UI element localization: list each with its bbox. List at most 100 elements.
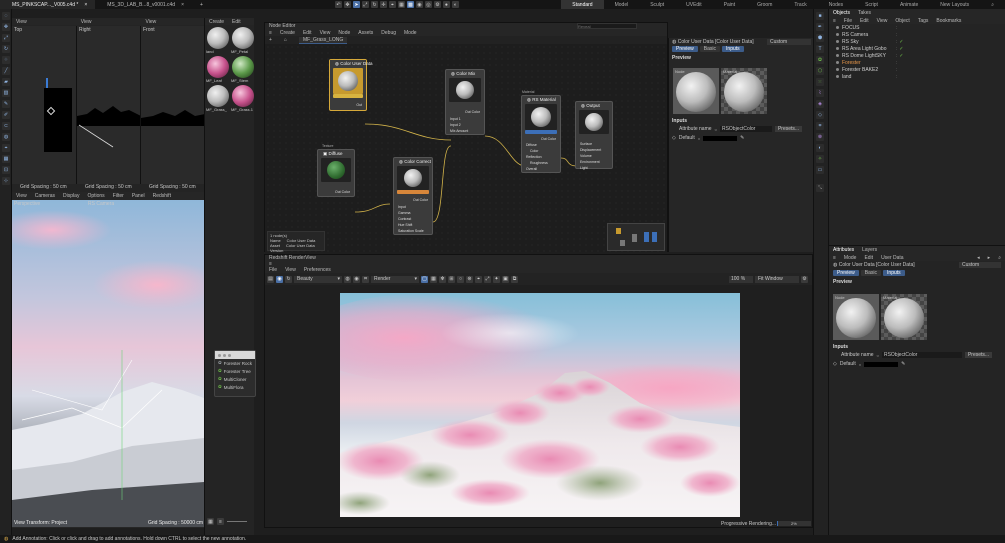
pen-icon[interactable]: ✒ (816, 23, 824, 31)
workplane-tool-icon[interactable]: ▦ (2, 155, 10, 163)
persp-cameras-menu[interactable]: Cameras (35, 193, 55, 199)
visibility-dots-icon[interactable]: ⁚ (896, 46, 897, 51)
node-mode-menu[interactable]: Mode (404, 30, 417, 36)
search-icon[interactable]: ⌕ (980, 0, 1005, 9)
object-row[interactable]: land ⁚ (833, 73, 1005, 80)
enabled-check-icon[interactable]: ✓ (899, 46, 903, 52)
tab-takes[interactable]: Takes (858, 10, 871, 16)
animate-dot-icon[interactable]: ○ (859, 362, 861, 367)
palette-item-3[interactable]: ✿ MultiFlora (215, 383, 255, 391)
tab-basic[interactable]: Basic (699, 46, 721, 52)
ipr-icon[interactable]: ◐ (451, 1, 459, 8)
node-search-input[interactable] (577, 23, 637, 29)
move-icon[interactable]: ✥ (343, 1, 351, 8)
reflection-port[interactable]: Reflection (526, 155, 542, 159)
displacement-port[interactable]: Displacement (580, 148, 601, 152)
obj-file-menu[interactable]: File (844, 18, 852, 24)
object-row[interactable]: Forester BAKE2 ⁚ (833, 66, 1005, 73)
graph-tab[interactable]: MF_Grass_LONG (298, 36, 348, 44)
mix-amount-port[interactable]: Mix Amount (450, 129, 468, 133)
visibility-dots-icon[interactable]: ⁚ (896, 53, 897, 58)
material-2[interactable]: MF_Leaf (206, 56, 230, 83)
search-icon[interactable]: ⌕ (998, 255, 1001, 261)
max-dot[interactable] (228, 353, 231, 357)
rotate-icon[interactable]: ↻ (370, 1, 378, 8)
node-color-mix[interactable]: ◍ Color Mix Out Color Input 1 Input 2 Mi… (445, 69, 485, 135)
home-icon[interactable]: ⌂ (284, 37, 287, 43)
primitive-icon[interactable]: ⬢ (816, 34, 824, 42)
view-menu[interactable]: View (16, 19, 27, 25)
input-1-port[interactable]: Input 1 (450, 117, 461, 121)
layout-track[interactable]: Track (783, 0, 817, 9)
grid-icon[interactable]: ▩ (406, 1, 414, 8)
min-dot[interactable] (223, 353, 226, 357)
snowflake-icon[interactable]: ✻ (439, 275, 446, 283)
magnet-icon[interactable]: ⊂ (2, 122, 10, 130)
crop-tool-icon[interactable]: ⌗ (816, 122, 824, 130)
persp-display-menu[interactable]: Display (63, 193, 79, 199)
attr-edit-menu[interactable]: Edit (864, 255, 873, 261)
object-row[interactable]: RS Sky ⁚ ✓ (833, 38, 1005, 45)
layout-standard[interactable]: Standard (561, 0, 604, 9)
roughness-port[interactable]: Roughness (530, 161, 548, 165)
render-target-select[interactable]: Render ▾ (371, 275, 419, 283)
edges-mode-icon[interactable]: ╱ (2, 67, 10, 75)
history-icon[interactable]: ▤ (267, 275, 274, 283)
persp-redshift-menu[interactable]: Redshift (153, 193, 171, 199)
eye-icon[interactable]: ◉ (353, 275, 360, 283)
subtab-preview[interactable]: Preview (833, 270, 859, 276)
node-output[interactable]: ◍ Output Surface Displacement Volume Env… (575, 101, 613, 170)
visibility-dots-icon[interactable]: ⁚ (896, 25, 897, 30)
rv-view-menu[interactable]: View (285, 267, 296, 273)
persp-options-menu[interactable]: Options (87, 193, 104, 199)
ipr-start-icon[interactable]: ◉ (276, 275, 283, 283)
node-minimap[interactable] (607, 223, 665, 251)
persp-filter-menu[interactable]: Filter (113, 193, 124, 199)
undo-icon[interactable]: ↶ (334, 1, 342, 8)
obj-tags-menu[interactable]: Tags (918, 18, 929, 24)
animate-dot-icon[interactable]: ○ (877, 353, 879, 358)
list-view-icon[interactable]: ≡ (217, 518, 224, 525)
layout-sculpt[interactable]: Sculpt (639, 0, 675, 9)
object-row[interactable]: RS Dome LightSKY ⁚ ✓ (833, 52, 1005, 59)
layout-model[interactable]: Model (604, 0, 640, 9)
move-tool-icon[interactable]: ✥ (2, 23, 10, 31)
expand-icon[interactable]: ◇ (833, 361, 837, 367)
visibility-dots-icon[interactable]: ⁚ (896, 60, 897, 65)
layout-groom[interactable]: Groom (746, 0, 783, 9)
tab-inputs[interactable]: Inputs (722, 46, 744, 52)
render-image[interactable] (340, 293, 740, 517)
hue-shift-port[interactable]: Hue Shift (398, 223, 412, 227)
focus-icon[interactable]: ⌖ (475, 275, 482, 283)
obj-object-menu[interactable]: Object (895, 18, 909, 24)
attributes-mode-select[interactable]: Custom (959, 262, 1001, 268)
eyedropper-icon[interactable]: ✎ (740, 135, 744, 141)
close-dot[interactable] (218, 353, 221, 357)
visibility-dots-icon[interactable]: ⁚ (896, 67, 897, 72)
attr-userdata-menu[interactable]: User Data (881, 255, 904, 261)
color-port[interactable]: Color (530, 149, 538, 153)
menu-icon[interactable]: ≡ (833, 255, 836, 261)
menu-icon[interactable]: ≡ (269, 30, 272, 36)
palette-item-1[interactable]: ✿ Forester Tree (215, 367, 255, 375)
node-rs-material[interactable]: Material ◍ RS Material Out Color Diffuse… (521, 90, 561, 173)
axis-tool-icon[interactable]: ⊹ (2, 177, 10, 185)
out-port[interactable]: Out Color (413, 198, 428, 202)
tab-attributes[interactable]: Attributes (833, 247, 854, 253)
attr-name-input[interactable]: RSObjectColor (881, 352, 962, 358)
tab-layers[interactable]: Layers (862, 247, 877, 253)
environment-port[interactable]: Environment (580, 160, 600, 164)
obj-edit-menu[interactable]: Edit (860, 18, 869, 24)
visibility-dots-icon[interactable]: ⁚ (896, 74, 897, 79)
polygons-mode-icon[interactable]: ▰ (2, 78, 10, 86)
bokeh-icon[interactable]: ⊛ (466, 275, 473, 283)
visibility-dots-icon[interactable]: ⁚ (896, 32, 897, 37)
uv-mode-icon[interactable]: ▧ (2, 89, 10, 97)
circle-icon[interactable]: ○ (457, 275, 464, 283)
back-icon[interactable]: ◂ (977, 255, 980, 261)
workplane-icon[interactable]: ▦ (397, 1, 405, 8)
contrast-port[interactable]: Contrast (398, 217, 411, 221)
environment-icon[interactable]: ◐ (816, 144, 824, 152)
aov-select[interactable]: Beauty ▾ (294, 275, 342, 283)
material-4[interactable]: MF_Grass_ (206, 85, 230, 112)
